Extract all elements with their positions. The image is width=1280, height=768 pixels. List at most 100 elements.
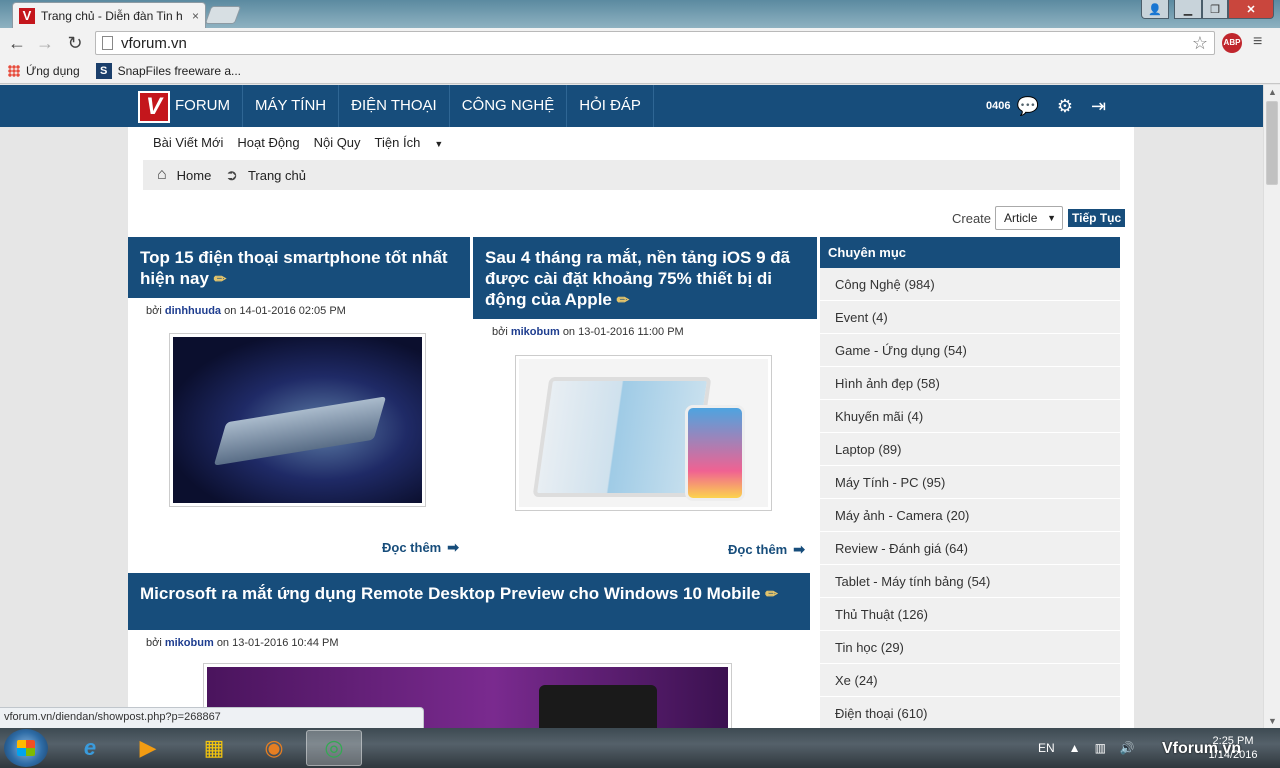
minimize-button[interactable]: ▁ [1174, 0, 1202, 19]
post-date: on 14-01-2016 02:05 PM [224, 305, 346, 317]
browser-tab[interactable]: V Trang chủ - Diễn đàn Tin h × [12, 2, 206, 28]
read-more-label: Đọc thêm [382, 540, 442, 555]
author-link[interactable]: mikobum [165, 637, 214, 649]
read-more-link[interactable]: Đọc thêm ➡ [728, 541, 805, 558]
read-more-link[interactable]: Đọc thêm ➡ [382, 539, 459, 556]
address-bar[interactable]: vforum.vn ☆ [95, 31, 1215, 55]
author-link[interactable]: dinhhuuda [165, 305, 221, 317]
subnav-activity[interactable]: Hoạt Động [237, 135, 299, 150]
post-date: on 13-01-2016 10:44 PM [216, 637, 339, 649]
nav-cong-nghe[interactable]: CÔNG NGHỆ [450, 85, 568, 127]
url-text[interactable]: vforum.vn [121, 35, 1192, 52]
main-menu: FORUM MÁY TÍNH ĐIỆN THOẠI CÔNG NGHỆ HỎI … [170, 85, 654, 127]
nav-may-tinh[interactable]: MÁY TÍNH [243, 85, 340, 127]
page-scrollbar[interactable]: ▲ ▼ [1263, 85, 1280, 728]
category-item[interactable]: Tablet - Máy tính bảng (54) [820, 565, 1120, 598]
close-window-button[interactable]: ✕ [1228, 0, 1274, 19]
category-item[interactable]: Xe (24) [820, 664, 1120, 697]
article-title[interactable]: Microsoft ra mắt ứng dụng Remote Desktop… [140, 584, 760, 603]
status-url-bubble: vforum.vn/diendan/showpost.php?p=268867 [0, 707, 424, 728]
author-link[interactable]: mikobum [511, 326, 560, 338]
category-item[interactable]: Event (4) [820, 301, 1120, 334]
article-byline: bởi mikobum on 13-01-2016 11:00 PM [492, 326, 817, 338]
category-item[interactable]: Máy Tính - PC (95) [820, 466, 1120, 499]
category-item[interactable]: Laptop (89) [820, 433, 1120, 466]
create-bar: Create Article ▼ Tiếp Tục [952, 206, 1126, 230]
forward-arrow-icon[interactable]: → [34, 32, 56, 54]
read-more-label: Đọc thêm [728, 542, 788, 557]
scroll-up-icon[interactable]: ▲ [1268, 87, 1277, 97]
article-byline: bởi mikobum on 13-01-2016 10:44 PM [146, 637, 810, 649]
bookmark-snapfiles[interactable]: S SnapFiles freeware a... [95, 62, 241, 79]
language-indicator[interactable]: EN [1038, 741, 1055, 755]
category-item[interactable]: Điện thoại (610) [820, 697, 1120, 728]
reload-icon[interactable]: ↻ [64, 32, 86, 54]
category-item[interactable]: Game - Ứng dụng (54) [820, 334, 1120, 367]
vforum-logo[interactable] [138, 91, 170, 123]
firefox-icon[interactable]: ◉ [246, 730, 302, 766]
breadcrumb-home[interactable]: Home [177, 168, 212, 183]
nav-dien-thoai[interactable]: ĐIỆN THOẠI [339, 85, 450, 127]
category-item[interactable]: Hình ảnh đẹp (58) [820, 367, 1120, 400]
smartphone-image [173, 337, 422, 503]
logout-icon[interactable]: ⇥ [1091, 96, 1106, 117]
nav-hoi-dap[interactable]: HỎI ĐÁP [567, 85, 654, 127]
breadcrumb: ⌂ Home ➲ Trang chủ [143, 160, 1120, 190]
category-item[interactable]: Công Nghệ (984) [820, 268, 1120, 301]
scrollbar-thumb[interactable] [1266, 101, 1278, 185]
settings-gear-icon[interactable]: ⚙ [1057, 96, 1073, 117]
start-button[interactable] [4, 729, 48, 767]
subnav-utilities[interactable]: Tiện Ích ▼ [375, 135, 458, 150]
network-icon[interactable]: ▥ [1095, 741, 1106, 755]
article-title-block: Sau 4 tháng ra mắt, nền tảng iOS 9 đã đư… [473, 237, 817, 319]
category-item[interactable]: Máy ảnh - Camera (20) [820, 499, 1120, 532]
article-thumbnail[interactable] [515, 355, 772, 511]
scroll-down-icon[interactable]: ▼ [1268, 716, 1277, 726]
dropdown-arrow-icon: ▼ [1047, 213, 1057, 223]
subnav-rules[interactable]: Nội Quy [314, 135, 361, 150]
user-id[interactable]: 0406 [986, 100, 1010, 112]
article-title-block: Top 15 điện thoại smartphone tốt nhất hi… [128, 237, 470, 298]
sidebar-title: Chuyên mục [820, 237, 1120, 268]
clock-time: 2:25 PM [1212, 735, 1254, 747]
content-type-select[interactable]: Article ▼ [995, 206, 1064, 230]
system-clock[interactable]: 2:25 PM 1/14/2016 [1200, 734, 1266, 762]
article-thumbnail[interactable] [169, 333, 426, 507]
subnav-new-posts[interactable]: Bài Viết Mới [153, 135, 223, 150]
browser-toolbar: ← → ↻ vforum.vn ☆ ABP ≡ [0, 28, 1280, 58]
bookmark-apps[interactable]: Ứng dụng [8, 64, 80, 78]
article-title[interactable]: Sau 4 tháng ra mắt, nền tảng iOS 9 đã đư… [485, 248, 790, 309]
messages-icon[interactable]: 💬 [1016, 96, 1038, 117]
pencil-icon: ✏ [616, 292, 630, 309]
byline-prefix: bởi [492, 326, 508, 338]
tab-close-icon[interactable]: × [192, 9, 199, 23]
nav-forum[interactable]: FORUM [170, 85, 243, 127]
bookmarks-bar: Ứng dụng S SnapFiles freeware a... [0, 58, 1280, 84]
continue-button[interactable]: Tiếp Tục [1068, 209, 1126, 227]
arrow-circle-icon: ➲ [225, 167, 238, 184]
category-item[interactable]: Khuyến mãi (4) [820, 400, 1120, 433]
bookmark-star-icon[interactable]: ☆ [1192, 33, 1208, 54]
tray-expand-icon[interactable]: ▲ [1069, 741, 1081, 755]
content-area: Bài Viết Mới Hoạt Động Nội Quy Tiện Ích ▼… [128, 127, 1134, 728]
chrome-icon[interactable]: ◎ [306, 730, 362, 766]
category-item[interactable]: Thủ Thuật (126) [820, 598, 1120, 631]
new-tab-button[interactable] [204, 6, 242, 24]
back-arrow-icon[interactable]: ← [6, 32, 28, 54]
category-item[interactable]: Tin học (29) [820, 631, 1120, 664]
category-item[interactable]: Review - Đánh giá (64) [820, 532, 1120, 565]
volume-icon[interactable]: 🔊 [1120, 741, 1135, 755]
chrome-menu-icon[interactable]: ≡ [1253, 33, 1262, 51]
article-title[interactable]: Top 15 điện thoại smartphone tốt nhất hi… [140, 248, 448, 288]
arrow-right-icon: ➡ [447, 539, 459, 555]
media-player-icon[interactable]: ▶ [120, 730, 176, 766]
article-card: Sau 4 tháng ra mắt, nền tảng iOS 9 đã đư… [473, 237, 817, 557]
user-profile-icon[interactable]: 👤 [1141, 0, 1169, 19]
maximize-button[interactable]: ❐ [1202, 0, 1228, 19]
sub-nav: Bài Viết Mới Hoạt Động Nội Quy Tiện Ích ▼ [153, 135, 471, 150]
tab-title: Trang chủ - Diễn đàn Tin h [41, 8, 183, 23]
file-explorer-icon[interactable]: ▦ [186, 730, 242, 766]
create-label: Create [952, 210, 992, 226]
adblock-icon[interactable]: ABP [1222, 33, 1242, 53]
internet-explorer-icon[interactable]: e [62, 730, 118, 766]
